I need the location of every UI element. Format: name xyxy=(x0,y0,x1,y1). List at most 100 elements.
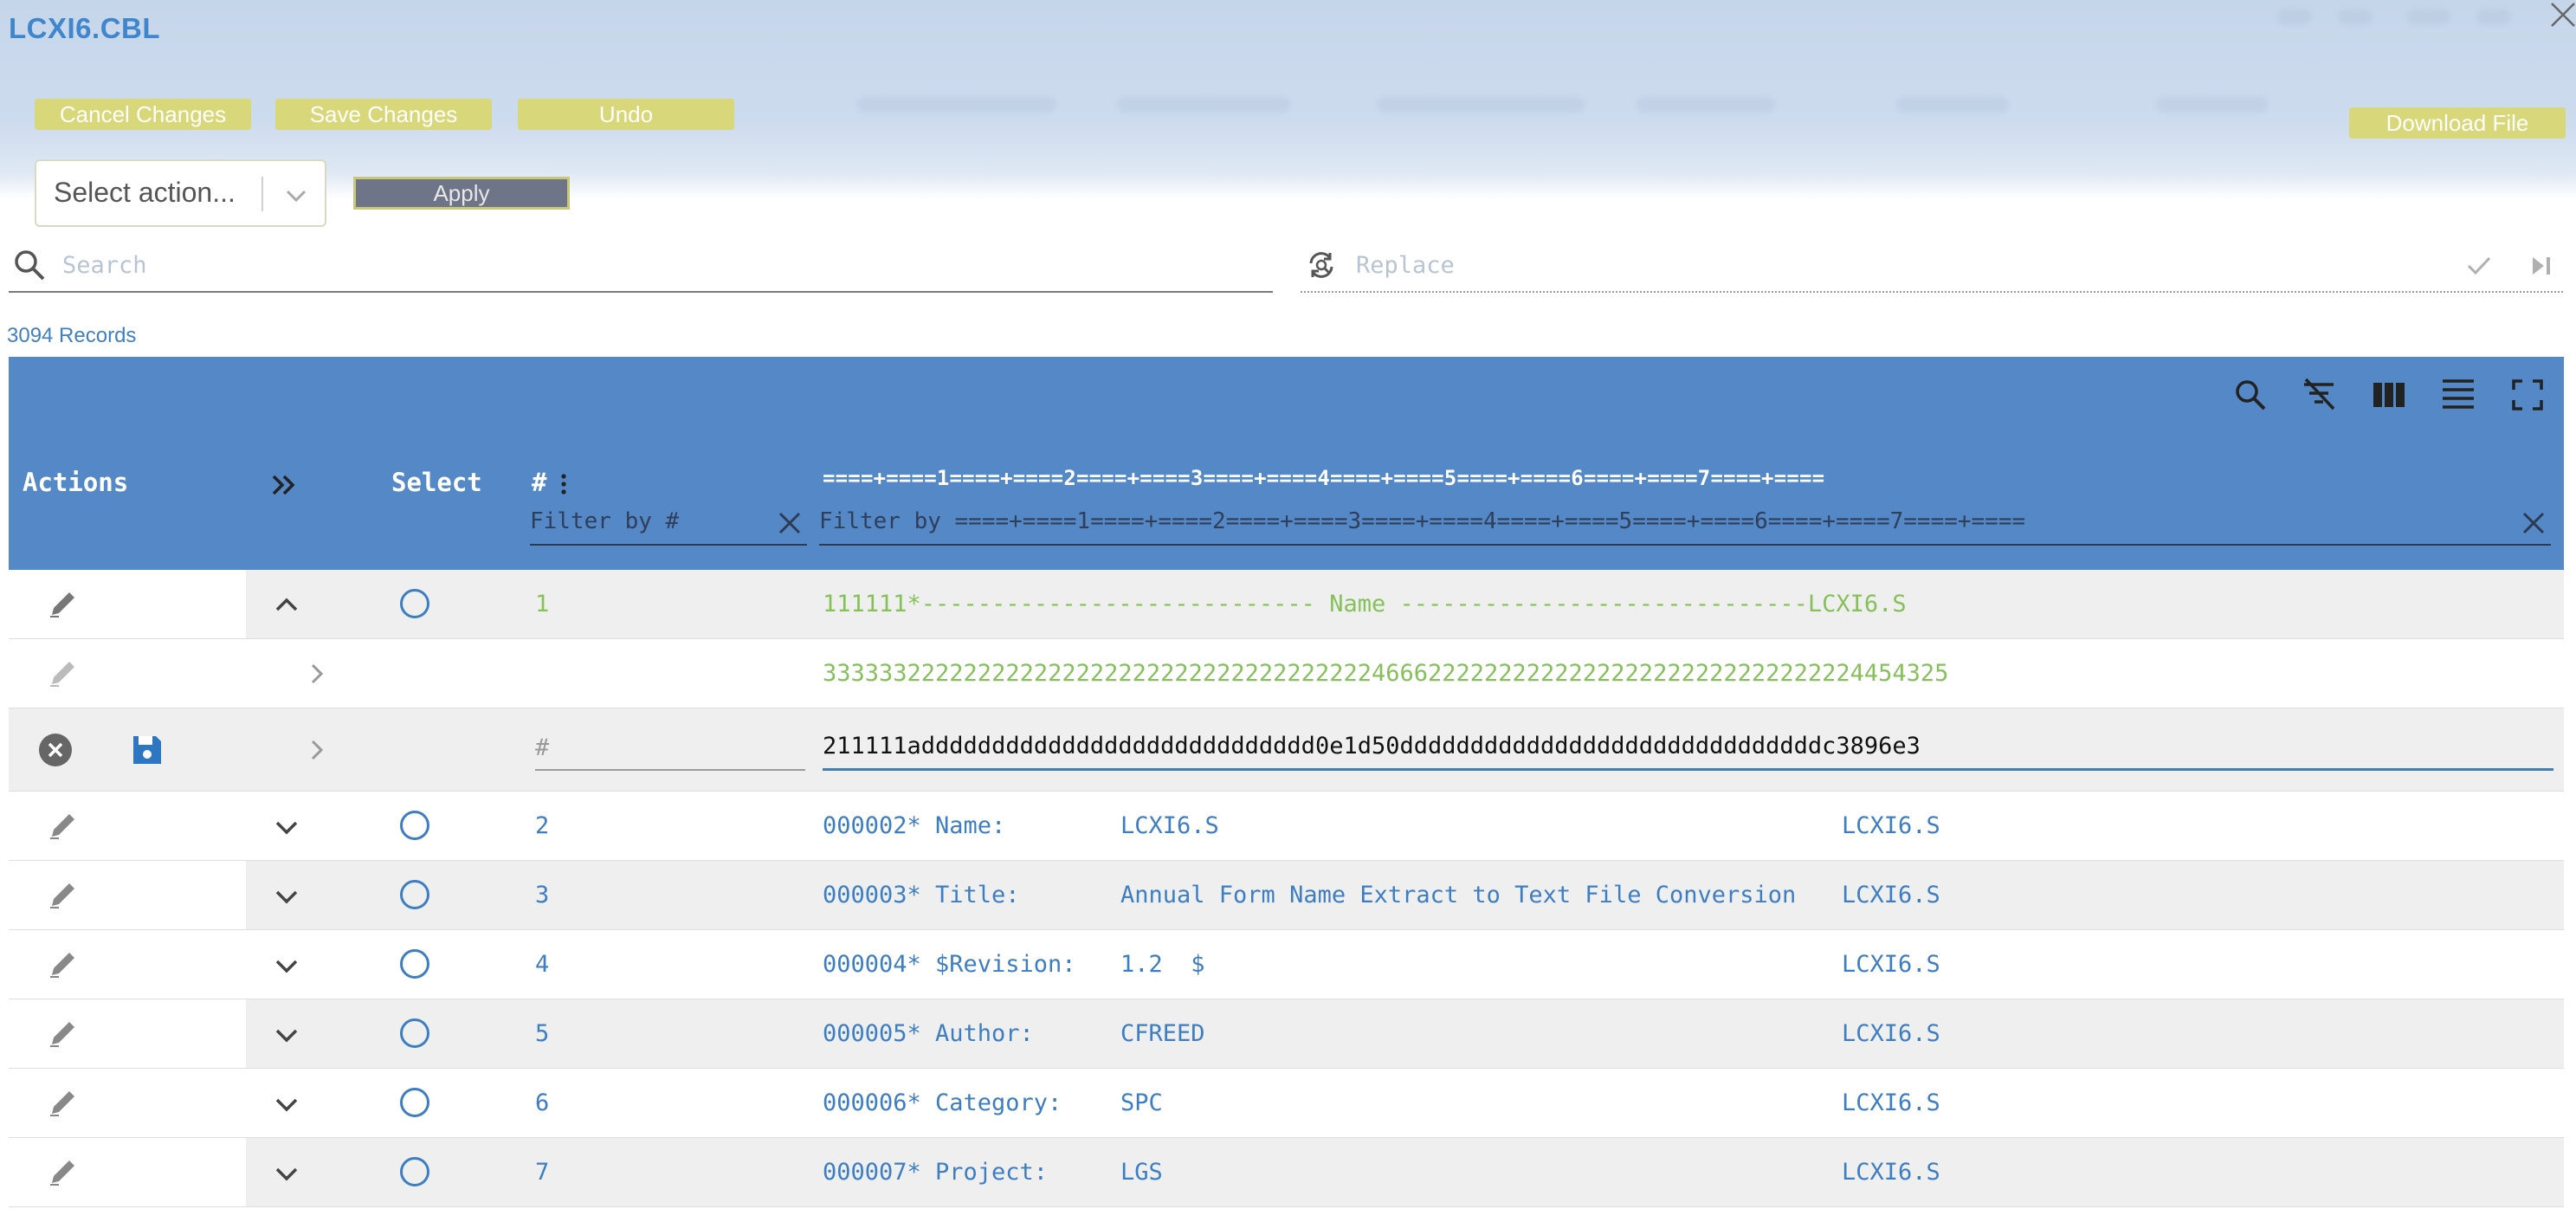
record-seq: 000003* xyxy=(823,882,921,908)
backdrop-blur xyxy=(1117,97,1290,113)
table-row[interactable]: 7 000007* Project: LGS LCXI6.S xyxy=(9,1138,2564,1207)
backdrop-blur xyxy=(857,97,1056,113)
row-body-cell xyxy=(246,930,2564,999)
row-number: 5 xyxy=(535,1020,550,1047)
columns-icon[interactable] xyxy=(2368,374,2410,416)
chevron-down-icon[interactable] xyxy=(272,812,301,842)
record-seq: 000005* xyxy=(823,1020,921,1047)
column-menu-icon[interactable] xyxy=(558,469,570,499)
table-row[interactable]: 3 000003* Title: Annual Form Name Extract t… xyxy=(9,861,2564,930)
record-label: $Revision: xyxy=(935,951,1076,978)
search-icon[interactable] xyxy=(2230,374,2271,416)
row-actions-cell xyxy=(9,1069,246,1137)
replace-input[interactable] xyxy=(1356,248,2430,282)
chevron-down-icon[interactable] xyxy=(281,180,312,211)
record-filter xyxy=(819,502,2551,546)
replace-icon xyxy=(1309,252,1333,278)
hex-digit-edit-row xyxy=(9,708,2564,792)
search-input[interactable] xyxy=(62,248,1257,282)
expand-all-icon[interactable] xyxy=(268,469,300,501)
chevron-up-icon[interactable] xyxy=(272,591,301,620)
save-changes-button[interactable]: Save Changes xyxy=(275,99,492,130)
record-value: LCXI6.S xyxy=(1120,812,1219,839)
backdrop-blur xyxy=(1377,97,1585,113)
select-separator xyxy=(261,177,263,211)
close-icon[interactable] xyxy=(2545,0,2576,31)
record-label: Project: xyxy=(935,1159,1049,1186)
replace-bar xyxy=(1301,239,2563,293)
record-value: CFREED xyxy=(1120,1020,1205,1047)
row-select-radio[interactable] xyxy=(400,1157,429,1186)
row-select-radio[interactable] xyxy=(400,1018,429,1048)
grid-header: Actions Select # ====+====1====+====2===… xyxy=(9,357,2564,570)
pencil-icon[interactable] xyxy=(47,587,80,620)
pencil-icon[interactable] xyxy=(47,809,80,842)
record-label: Title: xyxy=(935,882,1020,908)
backdrop-blur xyxy=(1637,97,1775,113)
ruler-header: ====+====1====+====2====+====3====+====4… xyxy=(823,466,1825,490)
chevron-down-icon[interactable] xyxy=(272,1020,301,1050)
record-seq: 000006* xyxy=(823,1089,921,1116)
backdrop-blur xyxy=(2476,9,2511,24)
chevron-down-icon[interactable] xyxy=(272,1159,301,1188)
clear-icon[interactable] xyxy=(2520,509,2547,537)
pencil-icon[interactable] xyxy=(47,1086,80,1119)
record-label: Category: xyxy=(935,1089,1062,1116)
clear-icon[interactable] xyxy=(776,509,804,537)
row-body-cell xyxy=(246,1069,2564,1137)
fullscreen-icon[interactable] xyxy=(2507,374,2548,416)
chevron-down-icon[interactable] xyxy=(272,1089,301,1119)
table-row[interactable]: 6 000006* Category: SPC LCXI6.S xyxy=(9,1069,2564,1138)
table-row[interactable]: 5 000005* Author: CFREED LCXI6.S xyxy=(9,999,2564,1069)
chevron-right-icon[interactable] xyxy=(303,660,331,688)
action-select[interactable]: Select action... xyxy=(35,159,326,227)
cancel-circle-icon[interactable] xyxy=(38,733,73,767)
record-edit-input[interactable] xyxy=(823,724,2553,771)
record-label: Name: xyxy=(935,812,1006,839)
row-actions-cell xyxy=(9,792,246,860)
hex-zone-row: 3333332222222222222222222222222222222224… xyxy=(9,639,2564,708)
record-value: LGS xyxy=(1120,1159,1163,1186)
chevron-right-icon[interactable] xyxy=(303,736,331,764)
record-filter-input[interactable] xyxy=(819,502,2551,540)
save-icon[interactable] xyxy=(130,733,165,767)
backdrop-blur xyxy=(2156,97,2269,113)
row-body-cell xyxy=(246,999,2564,1068)
row-select-radio[interactable] xyxy=(400,1088,429,1117)
row-actions-cell xyxy=(9,570,246,638)
backdrop-blur xyxy=(1896,97,2009,113)
action-select-value: Select action... xyxy=(54,177,236,208)
pencil-icon[interactable] xyxy=(47,1155,80,1188)
pencil-icon[interactable] xyxy=(47,1017,80,1050)
backdrop-blur xyxy=(2277,9,2312,24)
download-file-button[interactable]: Download File xyxy=(2349,107,2566,139)
row-number: 2 xyxy=(535,812,550,839)
row-actions-cell xyxy=(9,999,246,1068)
table-row[interactable]: 4 000004* $Revision: 1.2 $ LCXI6.S xyxy=(9,930,2564,999)
chevron-down-icon[interactable] xyxy=(272,951,301,980)
modal-title: LCXI6.CBL xyxy=(9,12,161,44)
row-number-input[interactable] xyxy=(535,726,805,771)
check-icon[interactable] xyxy=(2466,253,2492,279)
undo-button[interactable]: Undo xyxy=(518,99,734,130)
pencil-icon[interactable] xyxy=(47,656,80,689)
density-icon[interactable] xyxy=(2437,374,2479,416)
number-header[interactable]: # xyxy=(532,468,546,497)
table-row[interactable]: 2 000002* Name: LCXI6.S LCXI6.S xyxy=(9,792,2564,861)
row-select-radio[interactable] xyxy=(400,589,429,618)
skip-next-icon[interactable] xyxy=(2528,253,2554,279)
table-row[interactable]: 1 111111*---------------------------- Na… xyxy=(9,570,2564,639)
row-select-radio[interactable] xyxy=(400,811,429,840)
apply-button[interactable]: Apply xyxy=(353,177,570,210)
row-select-radio[interactable] xyxy=(400,880,429,909)
clear-filter-icon[interactable] xyxy=(2299,374,2340,416)
row-body-cell xyxy=(246,1138,2564,1206)
search-bar xyxy=(9,239,1273,293)
pencil-icon[interactable] xyxy=(47,947,80,980)
chevron-down-icon[interactable] xyxy=(272,882,301,911)
row-select-radio[interactable] xyxy=(400,949,429,979)
row-body-cell xyxy=(246,792,2564,860)
pencil-icon[interactable] xyxy=(47,878,80,911)
number-filter-input[interactable] xyxy=(530,502,807,540)
cancel-changes-button[interactable]: Cancel Changes xyxy=(35,99,251,130)
